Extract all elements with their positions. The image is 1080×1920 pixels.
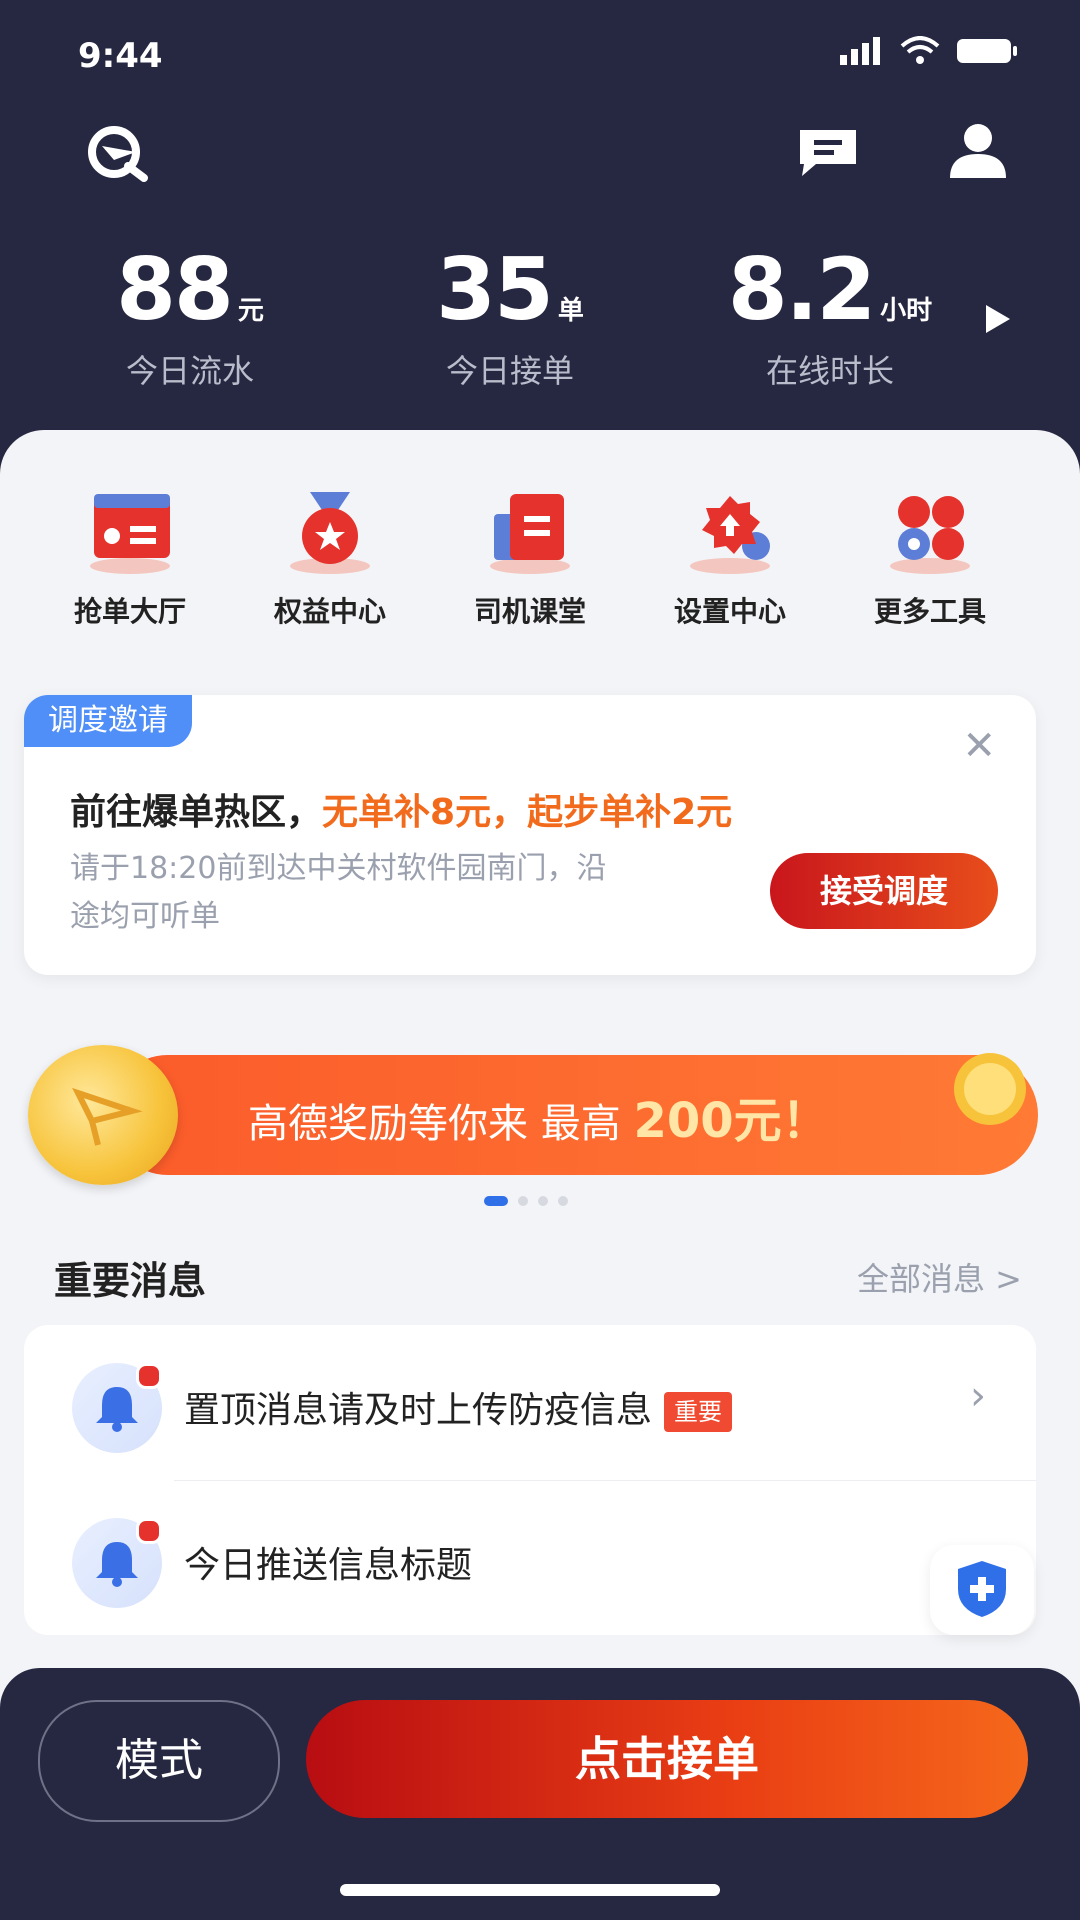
status-time: 9:44 bbox=[78, 36, 163, 76]
dispatch-title: 前往爆单热区，无单补8元，起步单补2元 bbox=[70, 783, 732, 835]
stat-orders: 35 单 今日接单 bbox=[360, 240, 660, 392]
bell-icon bbox=[72, 1518, 162, 1608]
bell-icon bbox=[72, 1363, 162, 1453]
tool-label: 权益中心 bbox=[273, 595, 386, 628]
message-item[interactable]: 置顶消息请及时上传防疫信息 重要 › bbox=[24, 1325, 1036, 1480]
carousel-dots bbox=[484, 1196, 568, 1206]
stat-unit: 单 bbox=[557, 296, 584, 326]
message-text: 置顶消息请及时上传防疫信息 重要 bbox=[184, 1381, 733, 1433]
order-hall-icon bbox=[80, 490, 180, 574]
dispatch-title-highlight: 无单补8元，起步单补2元 bbox=[322, 792, 733, 833]
chevron-right-icon: › bbox=[970, 1373, 986, 1419]
tool-label: 更多工具 bbox=[873, 595, 986, 628]
stat-value: 88 bbox=[116, 240, 234, 340]
promo-banner[interactable]: 高德奖励等你来 最高 200元！ bbox=[28, 1045, 1038, 1185]
message-item[interactable]: 今日推送信息标题 bbox=[24, 1480, 1036, 1635]
close-icon[interactable]: ✕ bbox=[962, 723, 996, 769]
all-messages-link[interactable]: 全部消息 > bbox=[857, 1254, 1022, 1300]
play-arrow-icon[interactable] bbox=[986, 305, 1010, 333]
carousel-dot[interactable] bbox=[538, 1196, 548, 1206]
messages-card: 置顶消息请及时上传防疫信息 重要 › 今日推送信息标题 bbox=[24, 1325, 1036, 1635]
wifi-icon bbox=[900, 36, 940, 64]
carousel-dot[interactable] bbox=[518, 1196, 528, 1206]
tool-driver-class[interactable]: 司机课堂 bbox=[430, 490, 630, 630]
status-icons bbox=[840, 36, 1018, 66]
safety-shield-button[interactable] bbox=[930, 1545, 1034, 1635]
stat-value: 8.2 bbox=[727, 240, 876, 340]
stat-value: 35 bbox=[436, 240, 554, 340]
unread-dot bbox=[136, 1518, 162, 1544]
medal-icon bbox=[280, 490, 380, 574]
profile-icon[interactable] bbox=[948, 120, 1008, 180]
banner-caption: 高德奖励等你来 最高 bbox=[248, 1101, 621, 1147]
stats-row[interactable]: 88 元 今日流水 35 单 今日接单 8.2 小时 在线时长 bbox=[0, 240, 1080, 390]
tool-label: 司机课堂 bbox=[473, 595, 586, 628]
status-bar: 9:44 bbox=[0, 0, 1080, 110]
stat-revenue: 88 元 今日流水 bbox=[40, 240, 340, 392]
dispatch-title-prefix: 前往爆单热区， bbox=[70, 792, 323, 833]
banner-amount: 200元！ bbox=[633, 1093, 830, 1149]
accept-dispatch-button[interactable]: 接受调度 bbox=[770, 853, 998, 929]
stat-label: 今日接单 bbox=[445, 352, 574, 390]
battery-icon bbox=[957, 39, 1017, 63]
important-badge: 重要 bbox=[664, 1392, 733, 1432]
small-coin-icon bbox=[954, 1053, 1026, 1125]
home-indicator[interactable] bbox=[340, 1884, 720, 1896]
main-panel: 抢单大厅 权益中心 司机课堂 设置中心 更多工具 调度邀请 ✕ 前往爆单热区，无… bbox=[0, 430, 1080, 1710]
accept-order-button[interactable]: 点击接单 bbox=[306, 1700, 1028, 1818]
message-icon[interactable] bbox=[796, 124, 860, 180]
section-title: 重要消息 bbox=[54, 1259, 207, 1303]
bottom-bar: 模式 点击接单 bbox=[0, 1668, 1080, 1920]
banner-text: 高德奖励等你来 最高 200元！ bbox=[248, 1081, 830, 1151]
gear-icon bbox=[680, 490, 780, 574]
logo-icon[interactable] bbox=[84, 122, 152, 182]
mode-button[interactable]: 模式 bbox=[38, 1700, 280, 1822]
message-title: 置顶消息请及时上传防疫信息 bbox=[184, 1390, 653, 1431]
dispatch-description: 请于18:20前到达中关村软件园南门，沿途均可听单 bbox=[70, 851, 607, 934]
top-bar bbox=[0, 110, 1080, 220]
tool-benefits[interactable]: 权益中心 bbox=[230, 490, 430, 630]
shield-icon bbox=[958, 1561, 1006, 1617]
signal-icon bbox=[840, 37, 880, 65]
unread-dot bbox=[136, 1363, 162, 1389]
stat-label: 今日流水 bbox=[125, 352, 254, 390]
tool-more-tools[interactable]: 更多工具 bbox=[830, 490, 1030, 630]
dispatch-card: 调度邀请 ✕ 前往爆单热区，无单补8元，起步单补2元 请于18:20前到达中关村… bbox=[24, 695, 1036, 975]
tool-label: 抢单大厅 bbox=[73, 595, 186, 628]
stat-label: 在线时长 bbox=[765, 352, 894, 390]
carousel-dot[interactable] bbox=[558, 1196, 568, 1206]
coin-icon bbox=[28, 1045, 178, 1185]
stat-unit: 小时 bbox=[880, 296, 933, 326]
more-tools-icon bbox=[880, 490, 980, 574]
tools-row: 抢单大厅 权益中心 司机课堂 设置中心 更多工具 bbox=[0, 490, 1080, 650]
book-icon bbox=[480, 490, 580, 574]
stat-unit: 元 bbox=[237, 296, 264, 326]
carousel-dot[interactable] bbox=[484, 1196, 508, 1206]
message-title: 今日推送信息标题 bbox=[184, 1545, 473, 1586]
tool-order-hall[interactable]: 抢单大厅 bbox=[30, 490, 230, 630]
dispatch-tag: 调度邀请 bbox=[24, 695, 192, 747]
message-text: 今日推送信息标题 bbox=[184, 1536, 472, 1588]
tool-label: 设置中心 bbox=[673, 595, 786, 628]
tool-settings[interactable]: 设置中心 bbox=[630, 490, 830, 630]
stat-online-time: 8.2 小时 在线时长 bbox=[680, 240, 980, 392]
